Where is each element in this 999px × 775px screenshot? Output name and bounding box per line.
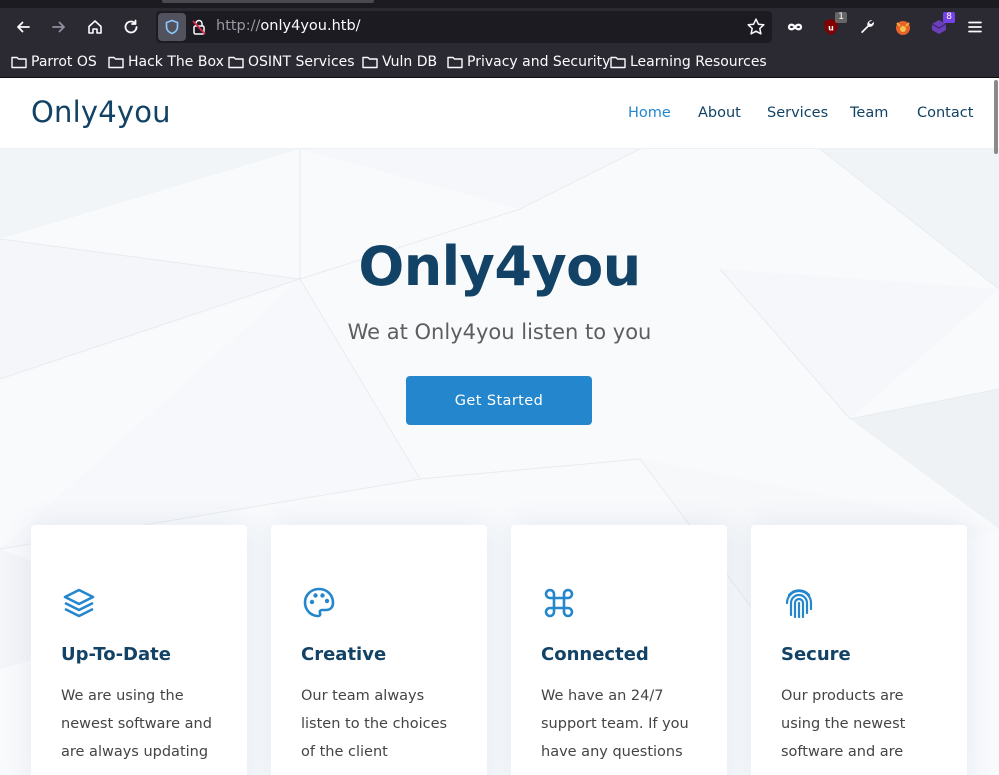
bookmark-label: Vuln DB — [382, 54, 438, 70]
reload-button[interactable] — [117, 13, 145, 41]
infinity-icon — [787, 23, 803, 31]
nav-about[interactable]: About — [698, 105, 741, 121]
ext-wrench-button[interactable] — [854, 14, 880, 40]
browser-toolbar: http://only4you.htb/ u 1 8 — [0, 8, 999, 46]
reload-icon — [124, 19, 138, 34]
bookmarks-toolbar: Parrot OS Hack The Box OSINT Services Vu… — [0, 46, 999, 78]
insecure-lock-icon[interactable] — [190, 18, 208, 36]
nav-contact[interactable]: Contact — [917, 105, 973, 121]
url-protocol: http:// — [216, 18, 261, 34]
menu-button[interactable] — [961, 13, 989, 41]
ext-infinity-button[interactable] — [782, 14, 808, 40]
nav-services[interactable]: Services — [767, 105, 828, 121]
arrow-left-icon — [17, 21, 30, 33]
feature-text: We have an 24/7 support team. If you hav… — [541, 688, 689, 760]
arrow-right-icon — [52, 21, 65, 33]
svg-text:u: u — [828, 24, 834, 33]
bookmark-label: OSINT Services — [248, 54, 355, 70]
active-tab-indicator[interactable] — [162, 0, 374, 3]
site-logo[interactable]: Only4you — [31, 95, 171, 129]
folder-icon — [610, 56, 626, 69]
url-host: only4you.htb/ — [260, 18, 361, 34]
feature-text: Our team always listen to the choices of… — [301, 688, 448, 760]
page-scrollbar[interactable] — [994, 80, 998, 154]
feature-title[interactable]: Creative — [301, 644, 386, 665]
fingerprint-icon — [785, 589, 813, 619]
browser-tab-strip — [0, 0, 999, 8]
ext-purple-button[interactable]: 8 — [926, 12, 955, 40]
feature-title[interactable]: Connected — [541, 644, 649, 665]
command-icon — [544, 588, 574, 618]
feature-card: Creative Our team always listen to the c… — [271, 525, 487, 775]
feature-text: Our products are using the newest softwa… — [781, 688, 906, 760]
ublock-button[interactable]: u 1 — [818, 12, 847, 40]
home-button[interactable] — [81, 13, 109, 41]
home-icon — [88, 20, 102, 34]
folder-icon — [447, 56, 463, 69]
fox-icon — [896, 21, 910, 35]
bookmark-label: Privacy and Security — [467, 54, 611, 70]
shield-icon — [165, 19, 179, 35]
folder-icon — [228, 56, 244, 69]
ext-foxyproxy-button[interactable] — [890, 14, 916, 40]
folder-icon — [362, 56, 378, 69]
palette-icon — [303, 587, 335, 618]
ext-badge: 8 — [943, 12, 955, 23]
bookmark-folder[interactable]: Vuln DB — [362, 53, 437, 71]
bookmark-folder[interactable]: Hack The Box — [108, 53, 224, 71]
feature-title[interactable]: Up-To-Date — [61, 644, 171, 665]
bookmark-folder[interactable]: Parrot OS — [11, 53, 97, 71]
folder-icon — [108, 56, 124, 69]
bookmark-folder[interactable]: Privacy and Security — [447, 53, 610, 71]
layers-icon — [63, 588, 95, 618]
feature-card: Connected We have an 24/7 support team. … — [511, 525, 727, 775]
forward-button[interactable] — [45, 13, 73, 41]
feature-text: We are using the newest software and are… — [61, 688, 212, 760]
bookmark-star-icon[interactable] — [746, 17, 766, 37]
nav-team[interactable]: Team — [850, 105, 888, 121]
feature-title[interactable]: Secure — [781, 644, 851, 665]
site-header: Only4you Home About Services Team Contac… — [0, 78, 999, 149]
wrench-icon — [861, 20, 874, 34]
hero-subtitle: We at Only4you listen to you — [347, 320, 652, 344]
back-button[interactable] — [9, 13, 37, 41]
get-started-button[interactable]: Get Started — [406, 376, 592, 425]
tracking-protection-button[interactable] — [158, 13, 186, 41]
url-text[interactable]: http://only4you.htb/ — [216, 18, 361, 34]
bookmark-folder[interactable]: Learning Resources — [610, 53, 767, 71]
folder-icon — [11, 56, 27, 69]
feature-card: Up-To-Date We are using the newest softw… — [31, 525, 247, 775]
bookmark-label: Learning Resources — [630, 54, 767, 70]
hamburger-menu-icon — [968, 21, 982, 33]
web-page: Only4you Home About Services Team Contac… — [0, 78, 999, 775]
bookmark-label: Hack The Box — [128, 54, 224, 70]
address-bar[interactable]: http://only4you.htb/ — [156, 11, 772, 43]
bookmark-folder[interactable]: OSINT Services — [228, 53, 355, 71]
nav-home[interactable]: Home — [628, 105, 671, 121]
hero-title: Only4you — [358, 235, 641, 298]
feature-card: Secure Our products are using the newest… — [751, 525, 967, 775]
ublock-badge: 1 — [835, 12, 847, 23]
bookmark-label: Parrot OS — [31, 54, 97, 70]
